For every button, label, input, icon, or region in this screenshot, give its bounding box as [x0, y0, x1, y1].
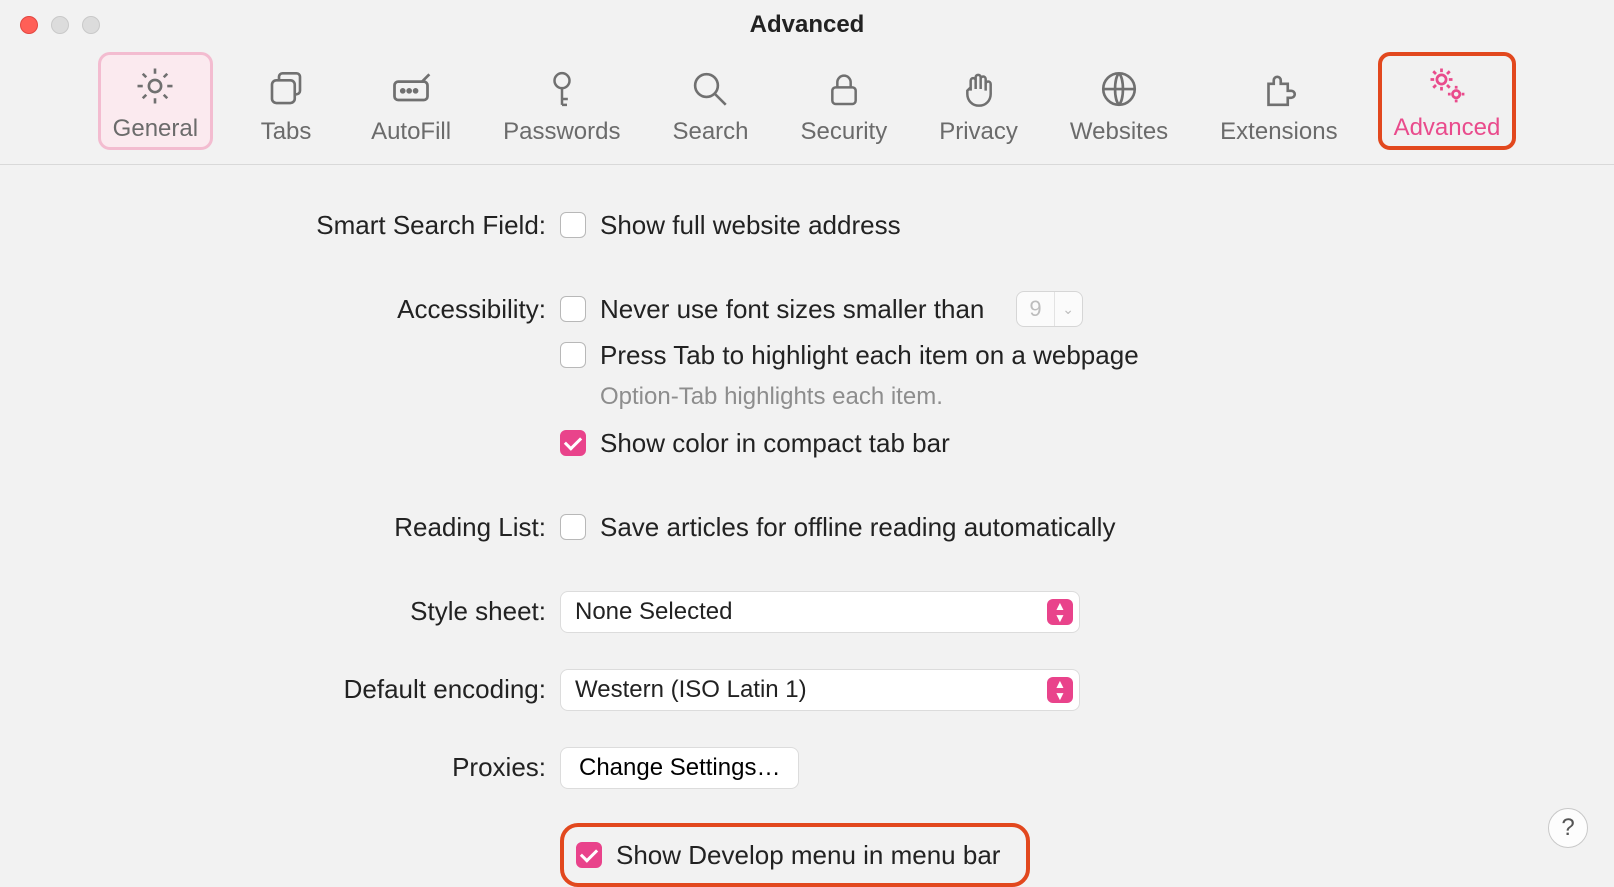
tab-label: Privacy	[939, 118, 1018, 146]
show-color-checkbox[interactable]: Show color in compact tab bar	[560, 423, 1139, 463]
gear-icon	[132, 63, 178, 109]
checkbox-checked-icon	[560, 430, 586, 456]
checkbox-icon	[560, 296, 586, 322]
checkbox-icon	[560, 212, 586, 238]
default-encoding-select[interactable]: Western (ISO Latin 1) ▲▼	[560, 669, 1080, 711]
accessibility-label: Accessibility:	[0, 289, 560, 329]
puzzle-icon	[1256, 66, 1302, 112]
show-develop-menu-checkbox[interactable]: Show Develop menu in menu bar	[576, 835, 1000, 875]
checkbox-label: Press Tab to highlight each item on a we…	[600, 335, 1139, 375]
gears-icon	[1424, 62, 1470, 108]
select-value: Western (ISO Latin 1)	[575, 676, 807, 704]
tab-label: Security	[801, 118, 888, 146]
style-sheet-label: Style sheet:	[0, 591, 560, 631]
min-font-size-stepper[interactable]: 9 ⌄	[1016, 291, 1082, 327]
proxies-label: Proxies:	[0, 747, 560, 787]
checkbox-label: Show full website address	[600, 205, 901, 245]
tab-general[interactable]: General	[98, 52, 213, 150]
checkbox-label: Show color in compact tab bar	[600, 423, 950, 463]
tab-search[interactable]: Search	[660, 52, 760, 150]
develop-menu-callout: Show Develop menu in menu bar	[560, 823, 1030, 887]
window-title: Advanced	[0, 11, 1614, 39]
titlebar: Advanced	[0, 0, 1614, 50]
tab-label: Advanced	[1394, 114, 1501, 142]
globe-icon	[1096, 66, 1142, 112]
key-icon	[539, 66, 585, 112]
chevron-down-icon: ⌄	[1054, 292, 1082, 326]
style-sheet-select[interactable]: None Selected ▲▼	[560, 591, 1080, 633]
smart-search-label: Smart Search Field:	[0, 205, 560, 245]
updown-icon: ▲▼	[1047, 599, 1073, 625]
stepper-value: 9	[1017, 289, 1053, 329]
tab-label: Websites	[1070, 118, 1168, 146]
press-tab-checkbox[interactable]: Press Tab to highlight each item on a we…	[560, 335, 1139, 375]
press-tab-hint: Option-Tab highlights each item.	[600, 383, 1139, 411]
min-font-size-checkbox[interactable]: Never use font sizes smaller than	[560, 289, 984, 329]
lock-icon	[821, 66, 867, 112]
tab-tabs[interactable]: Tabs	[241, 52, 331, 150]
tab-label: General	[113, 115, 198, 143]
tab-security[interactable]: Security	[789, 52, 900, 150]
show-full-address-checkbox[interactable]: Show full website address	[560, 205, 901, 245]
select-value: None Selected	[575, 598, 732, 626]
checkbox-icon	[560, 514, 586, 540]
updown-icon: ▲▼	[1047, 677, 1073, 703]
preferences-toolbar: General Tabs AutoFill Passwords Search S…	[0, 50, 1614, 165]
button-label: Change Settings…	[579, 754, 780, 782]
tab-label: Tabs	[261, 118, 312, 146]
tab-passwords[interactable]: Passwords	[491, 52, 632, 150]
change-proxy-settings-button[interactable]: Change Settings…	[560, 747, 799, 789]
default-encoding-label: Default encoding:	[0, 669, 560, 709]
tab-label: Extensions	[1220, 118, 1337, 146]
checkbox-icon	[560, 342, 586, 368]
tab-privacy[interactable]: Privacy	[927, 52, 1030, 150]
advanced-pane: Smart Search Field: Show full website ad…	[0, 165, 1614, 887]
checkbox-label: Show Develop menu in menu bar	[616, 835, 1000, 875]
autofill-icon	[388, 66, 434, 112]
tab-websites[interactable]: Websites	[1058, 52, 1180, 150]
tab-label: Passwords	[503, 118, 620, 146]
tab-label: Search	[672, 118, 748, 146]
checkbox-label: Never use font sizes smaller than	[600, 289, 984, 329]
reading-list-label: Reading List:	[0, 507, 560, 547]
search-icon	[687, 66, 733, 112]
tab-extensions[interactable]: Extensions	[1208, 52, 1349, 150]
tab-autofill[interactable]: AutoFill	[359, 52, 463, 150]
checkbox-label: Save articles for offline reading automa…	[600, 507, 1115, 547]
tab-advanced[interactable]: Advanced	[1378, 52, 1517, 150]
help-button[interactable]: ?	[1548, 808, 1588, 848]
tabs-icon	[263, 66, 309, 112]
save-offline-checkbox[interactable]: Save articles for offline reading automa…	[560, 507, 1115, 547]
help-icon: ?	[1561, 814, 1574, 842]
hand-icon	[956, 66, 1002, 112]
checkbox-checked-icon	[576, 842, 602, 868]
tab-label: AutoFill	[371, 118, 451, 146]
